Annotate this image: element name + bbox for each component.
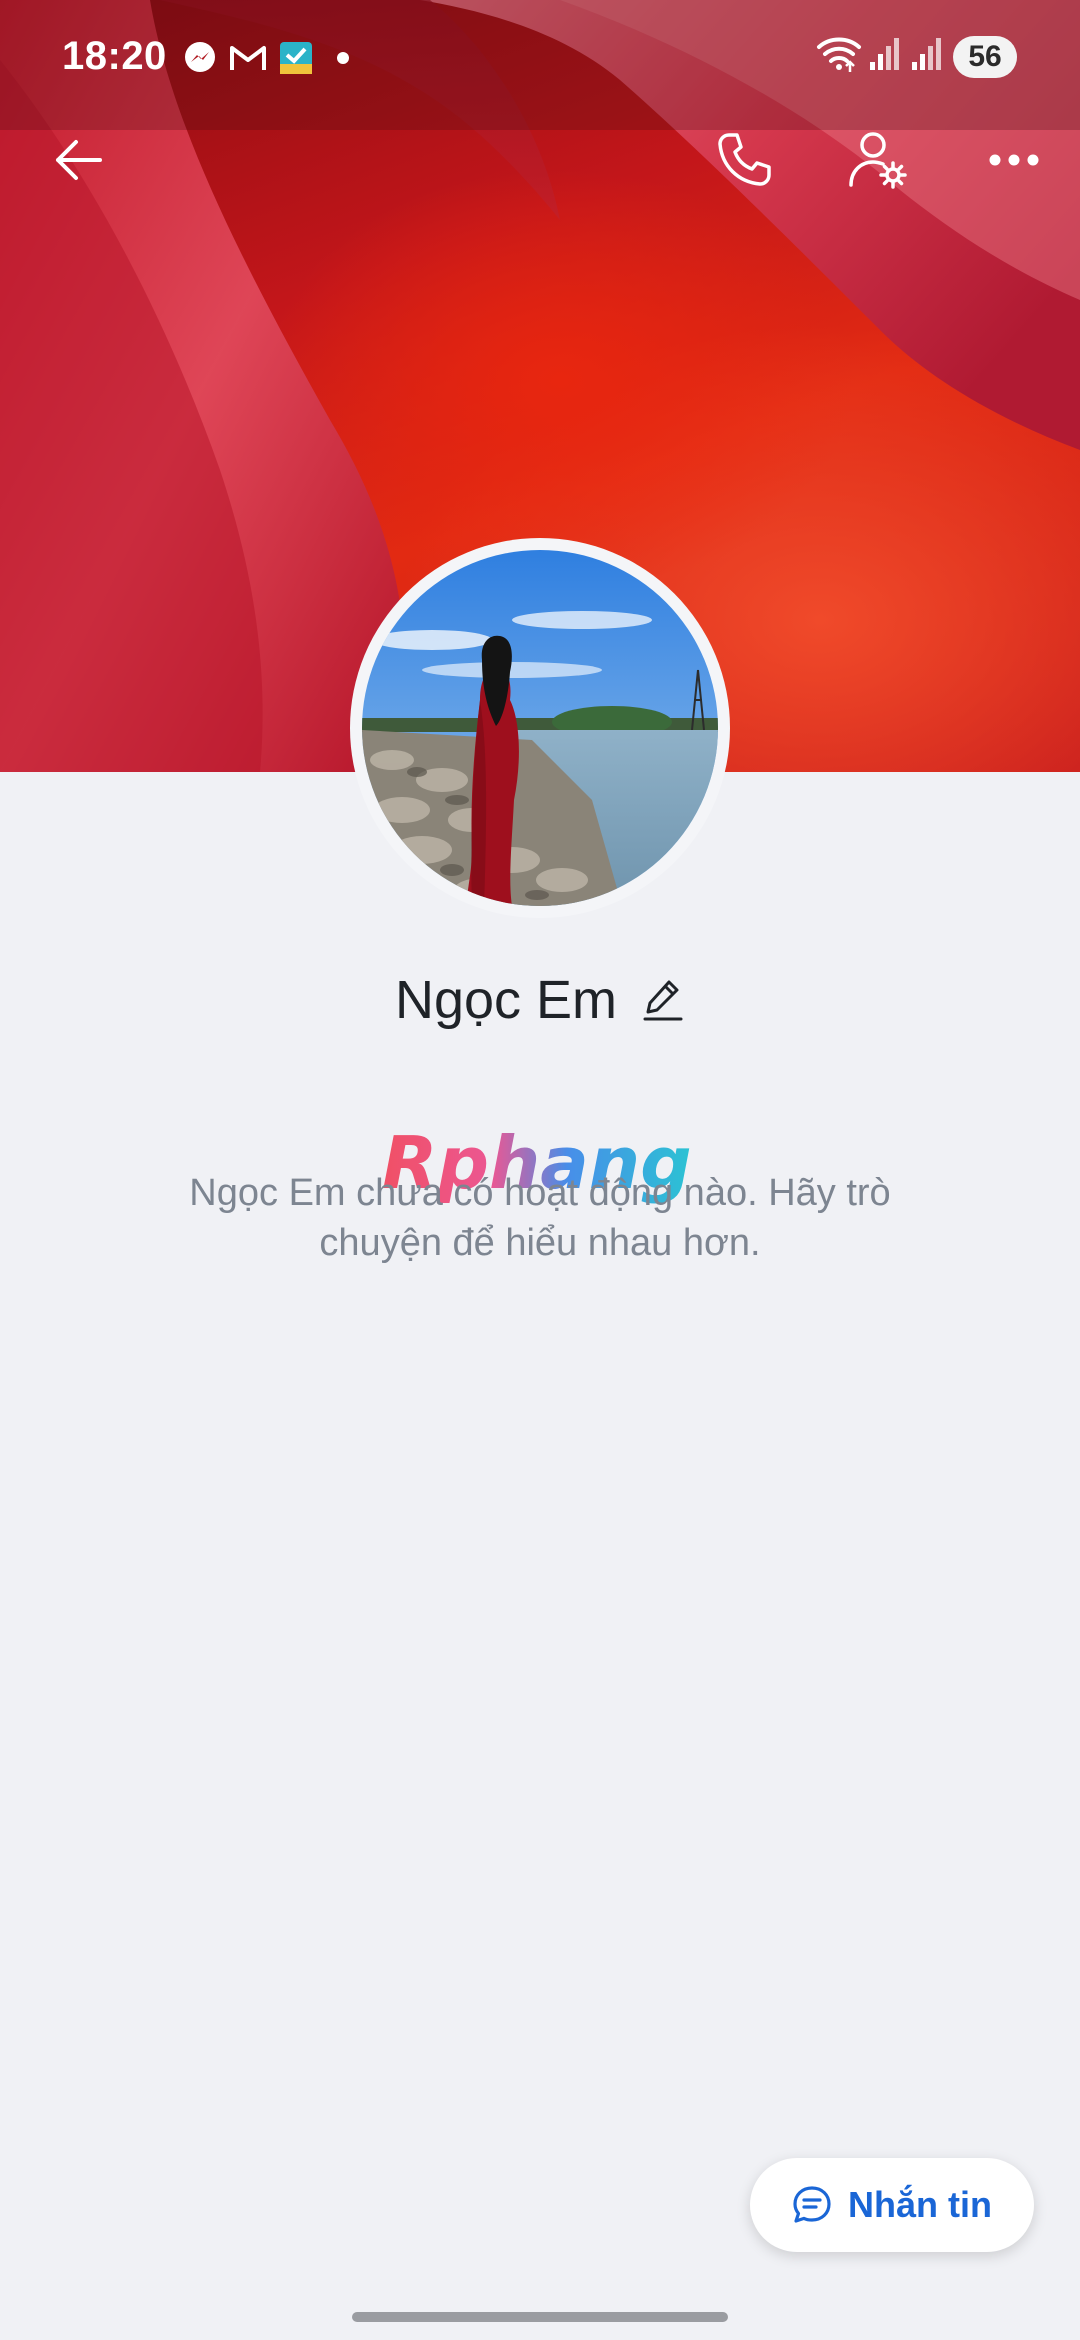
send-message-label: Nhắn tin [848,2184,992,2225]
gmail-icon [230,46,266,70]
avatar-photo [362,550,718,906]
more-horizontal-icon [989,154,1039,166]
empty-activity-message: Ngọc Em chưa có hoạt động nào. Hãy trò c… [189,1172,891,1264]
messenger-icon [185,42,215,72]
signal-icon-sim2 [912,38,941,70]
notification-dot [337,52,349,64]
chat-bubble-icon [793,2186,831,2223]
user-settings-icon [849,132,907,189]
app-check-icon [280,42,312,74]
profile-name-row: Ngọc Em [0,960,1080,1040]
home-indicator[interactable] [352,2312,728,2322]
back-button[interactable] [36,118,120,202]
arrow-left-icon [56,140,102,180]
more-options-button[interactable] [972,118,1056,202]
phone-icon [718,133,771,186]
send-message-button[interactable]: Nhắn tin [750,2158,1034,2252]
profile-screen: 18:20 56 Ngọc Em Rphang Ngọc Em chưa có … [0,0,1080,2340]
status-bar: 18:20 56 [0,0,1080,116]
battery-level: 56 [953,36,1017,78]
call-button[interactable] [702,118,786,202]
signal-icon-sim1 [870,38,899,70]
profile-settings-button[interactable] [836,118,920,202]
status-time: 18:20 [62,34,167,78]
wifi-icon [817,37,861,72]
edit-name-button[interactable] [641,978,685,1022]
profile-name: Ngọc Em [394,970,618,1030]
avatar[interactable] [362,550,718,906]
pencil-icon [643,980,683,1021]
